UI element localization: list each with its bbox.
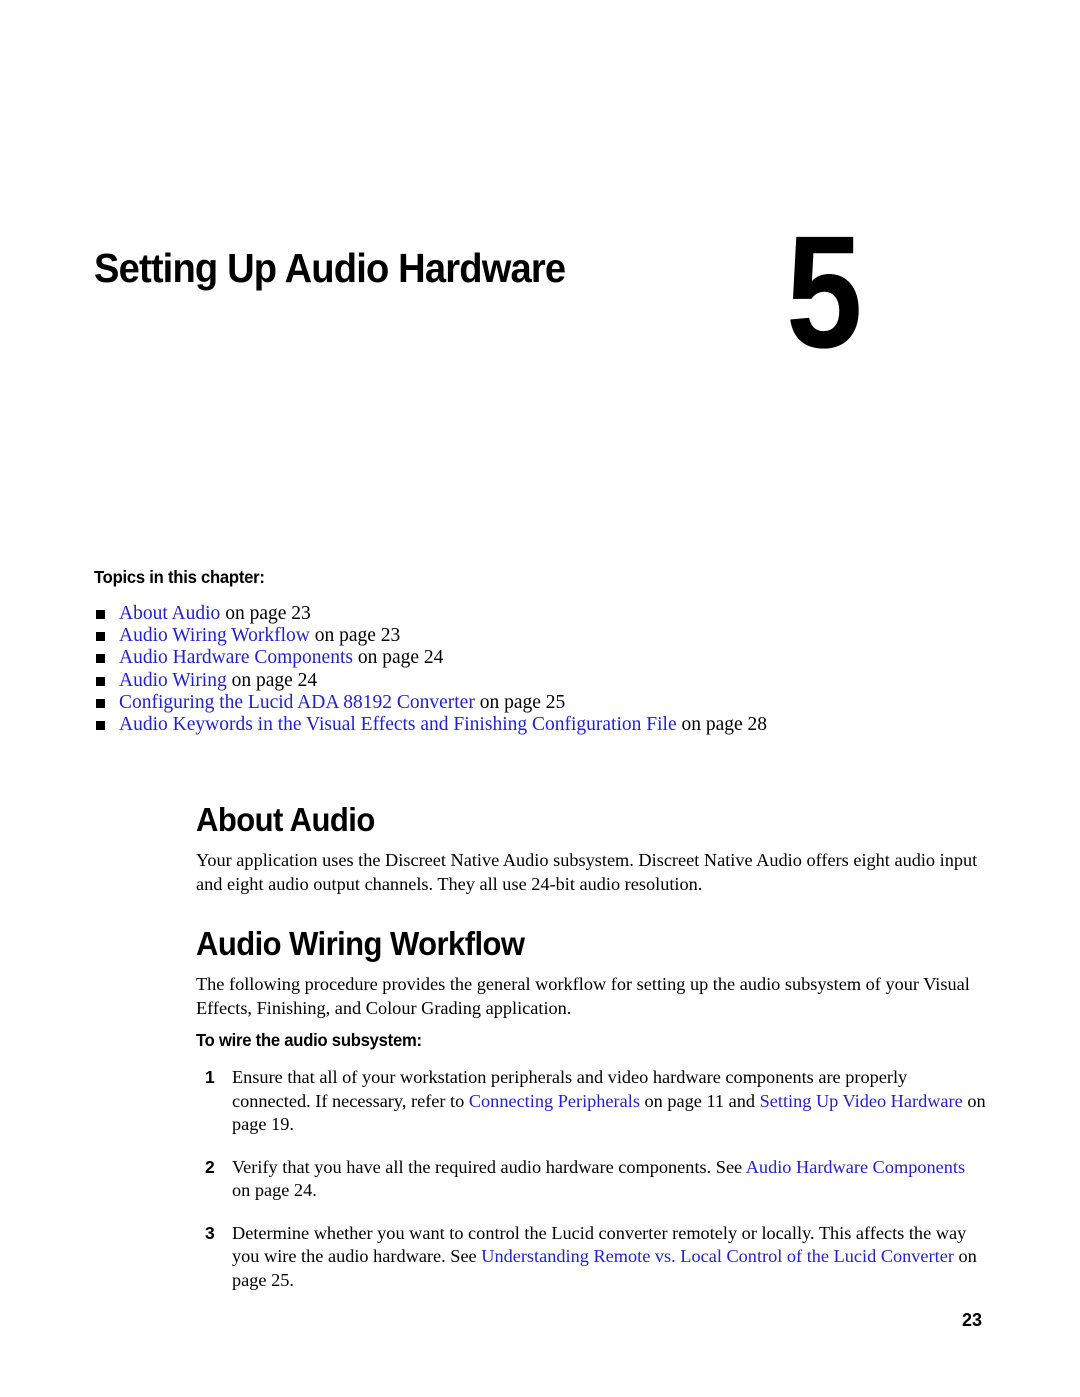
audio-wiring-workflow-section: Audio Wiring Workflow [196,925,986,963]
document-page: Setting Up Audio Hardware 5 Topics in th… [0,0,1080,1397]
topic-list-item: Audio Wiring on page 24 [94,670,994,692]
step-text: on page 11 and [639,1090,760,1111]
topics-block: Topics in this chapter: About Audio on p… [94,566,994,736]
topic-link[interactable]: Audio Hardware Components [119,647,353,668]
topic-link[interactable]: Configuring the Lucid ADA 88192 Converte… [119,692,475,713]
procedure-heading: To wire the audio subsystem: [196,1030,422,1050]
step-text: Verify that you have all the required au… [232,1156,746,1177]
topic-page-reference: on page 28 [676,714,768,736]
topic-link[interactable]: Audio Keywords in the Visual Effects and… [119,714,677,735]
chapter-header: Setting Up Audio Hardware 5 [0,212,1080,372]
audio-wiring-workflow-paragraph: The following procedure provides the gen… [196,974,970,1018]
step-link[interactable]: Audio Hardware Components [746,1157,965,1177]
topic-page-reference: on page 24 [352,647,444,669]
bullet-square-icon [96,654,105,664]
audio-wiring-workflow-body: The following procedure provides the gen… [196,973,984,1020]
step-link[interactable]: Understanding Remote vs. Local Control o… [481,1246,954,1266]
procedure-step: 2 Verify that you have all the required a… [196,1156,986,1203]
topics-list: About Audio on page 23 Audio Wiring Workf… [94,603,994,736]
topics-heading: Topics in this chapter: [94,567,265,587]
topic-link[interactable]: About Audio [119,603,220,624]
step-link[interactable]: Connecting Peripherals [469,1091,640,1111]
topic-page-reference: on page 25 [474,691,566,713]
procedure-step: 1 Ensure that all of your workstation per… [196,1066,986,1137]
step-number: 2 [205,1156,215,1177]
step-number: 3 [205,1222,215,1243]
page-title: Setting Up Audio Hardware [94,245,566,291]
about-audio-section: About Audio [196,801,986,839]
topic-list-item: Audio Keywords in the Visual Effects and… [94,714,994,736]
page-number: 23 [961,1310,982,1330]
step-number: 1 [205,1067,215,1087]
section-heading-audio-wiring-workflow: Audio Wiring Workflow [196,925,525,962]
topic-page-reference: on page 23 [220,603,311,624]
procedure-steps-list: 1 Ensure that all of your workstation per… [196,1066,986,1292]
topic-link[interactable]: Audio Wiring [119,670,227,691]
section-heading-about-audio: About Audio [196,801,375,838]
about-audio-paragraph: Your application uses the Discreet Nativ… [196,850,978,894]
bullet-square-icon [96,698,105,708]
procedure-step: 3 Determine whether you want to control t… [196,1222,986,1293]
topic-page-reference: on page 24 [226,669,318,691]
chapter-number: 5 [786,202,863,381]
topic-link[interactable]: Audio Wiring Workflow [119,625,310,646]
step-text: on page 24. [232,1180,317,1200]
topic-list-item: About Audio on page 23 [94,603,994,625]
topic-page-reference: on page 23 [309,625,401,647]
procedure-heading-wrapper: To wire the audio subsystem: [196,1029,986,1051]
topic-list-item: Configuring the Lucid ADA 88192 Converte… [94,692,994,714]
bullet-square-icon [96,721,105,731]
topic-list-item: Audio Wiring Workflow on page 23 [94,625,994,647]
about-audio-body: Your application uses the Discreet Nativ… [196,849,984,896]
step-link[interactable]: Setting Up Video Hardware [760,1091,963,1111]
bullet-square-icon [96,632,105,642]
topic-list-item: Audio Hardware Components on page 24 [94,647,994,669]
procedure-steps-block: 1 Ensure that all of your workstation per… [196,1066,986,1311]
bullet-square-icon [96,676,105,686]
bullet-square-icon [96,610,105,619]
